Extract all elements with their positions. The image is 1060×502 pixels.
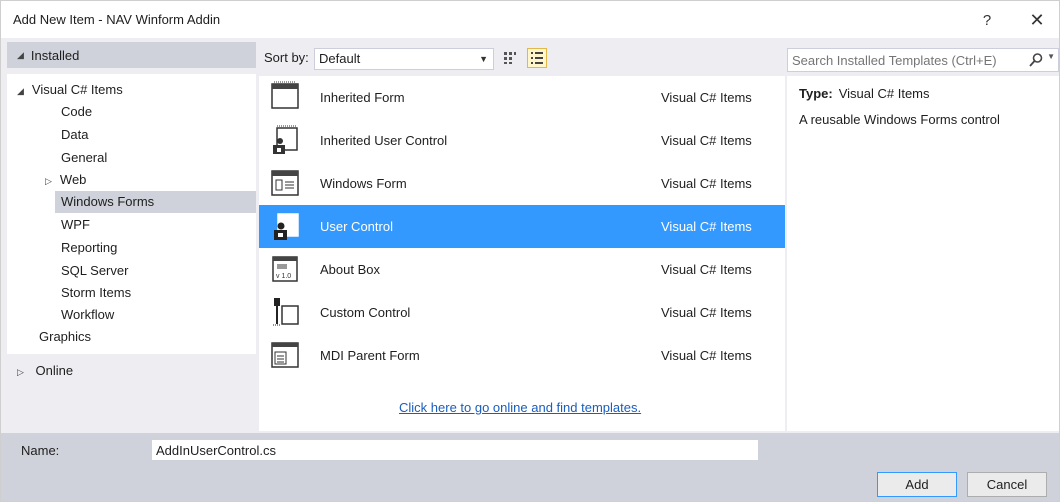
template-description: A reusable Windows Forms control: [799, 112, 1000, 127]
tree-item-sql-server[interactable]: SQL Server: [61, 260, 128, 282]
template-type: Type: Visual C# Items: [799, 86, 930, 101]
cancel-button[interactable]: Cancel: [967, 472, 1047, 497]
template-category: Visual C# Items: [661, 176, 752, 191]
tree-item-label: Storm Items: [61, 285, 132, 300]
tree-item-label: Reporting: [61, 240, 118, 255]
tree-item-label: Data: [61, 127, 89, 142]
tree-item-storm-items[interactable]: Storm Items: [61, 282, 131, 304]
tree-item-label: WPF: [61, 217, 90, 232]
dialog-body: ◢ Installed ◢ Visual C# Items Code Data G…: [0, 38, 1060, 433]
tree-item-label: Graphics: [39, 329, 92, 344]
tree-item-visual-csharp-items[interactable]: ◢ Visual C# Items: [17, 79, 123, 101]
tree-item-data[interactable]: Data: [61, 124, 88, 146]
template-category: Visual C# Items: [661, 348, 752, 363]
template-name: Inherited User Control: [320, 133, 448, 148]
list-view-button[interactable]: [527, 48, 547, 68]
grid-view-icon: [504, 52, 516, 64]
tree-item-graphics[interactable]: Graphics: [39, 326, 91, 348]
tree-item-workflow[interactable]: Workflow: [61, 304, 114, 326]
windows-form-icon: [271, 170, 299, 196]
template-row-inherited-form[interactable]: Inherited Form Visual C# Items: [259, 76, 785, 119]
type-label: Type:: [799, 86, 833, 101]
sort-by-value: Default: [319, 51, 361, 66]
template-row-windows-form[interactable]: Windows Form Visual C# Items: [259, 162, 785, 205]
window-title: Add New Item - NAV Winform Addin: [13, 12, 221, 27]
template-list: Inherited Form Visual C# Items Inherited…: [259, 76, 785, 431]
inherited-user-control-icon: [273, 125, 298, 154]
online-header[interactable]: ▷ Online: [7, 358, 256, 384]
tree-item-label: Windows Forms: [61, 194, 155, 209]
tree-item-windows-forms[interactable]: Windows Forms: [55, 191, 256, 213]
template-name: User Control: [320, 219, 393, 234]
template-category: Visual C# Items: [661, 133, 752, 148]
mdi-parent-form-icon: [271, 342, 299, 368]
template-name: About Box: [320, 262, 380, 277]
online-label: Online: [35, 363, 74, 378]
chevron-down-icon: ▼: [479, 54, 488, 64]
user-control-icon: [274, 213, 299, 240]
tree-item-label: Workflow: [61, 307, 115, 322]
name-label: Name:: [21, 443, 60, 458]
expanded-triangle-icon: ◢: [17, 86, 24, 96]
sort-by-dropdown[interactable]: Default ▼: [314, 48, 494, 70]
template-name: Inherited Form: [320, 90, 405, 105]
search-icon[interactable]: [1028, 52, 1044, 68]
bottom-bar: Name: Add Cancel: [0, 433, 1060, 502]
template-category-tree: ◢ Visual C# Items Code Data General ▷ Web …: [7, 74, 256, 354]
tree-item-label: SQL Server: [61, 263, 129, 278]
installed-label: Installed: [30, 47, 80, 63]
template-name: Custom Control: [320, 305, 411, 320]
sort-toolbar: Sort by: Default ▼: [259, 42, 785, 74]
tree-item-label: General: [61, 150, 108, 165]
installed-header[interactable]: ◢ Installed: [7, 42, 256, 68]
template-name: MDI Parent Form: [320, 348, 420, 363]
close-button[interactable]: ✕: [1023, 8, 1051, 32]
template-row-inherited-user-control[interactable]: Inherited User Control Visual C# Items: [259, 119, 785, 162]
svg-text:v 1.0: v 1.0: [276, 273, 291, 280]
template-category: Visual C# Items: [661, 90, 752, 105]
type-value: Visual C# Items: [838, 86, 930, 101]
tree-item-label: Web: [59, 172, 87, 187]
name-field[interactable]: [152, 440, 758, 460]
small-icons-view-button[interactable]: [500, 48, 520, 68]
template-row-about-box[interactable]: v 1.0 About Box Visual C# Items: [259, 248, 785, 291]
tree-item-general[interactable]: General: [61, 147, 107, 169]
help-button[interactable]: ?: [973, 8, 1001, 32]
search-templates-box[interactable]: ▼: [787, 48, 1059, 72]
template-category: Visual C# Items: [661, 262, 752, 277]
collapsed-triangle-icon: ▷: [17, 367, 24, 377]
template-name: Windows Form: [320, 176, 407, 191]
template-details-panel: Type: Visual C# Items A reusable Windows …: [787, 76, 1059, 431]
sort-by-label: Sort by:: [264, 50, 309, 65]
expanded-triangle-icon: ◢: [17, 49, 24, 60]
collapsed-triangle-icon: ▷: [45, 176, 52, 186]
custom-control-icon: [273, 298, 299, 326]
tree-item-reporting[interactable]: Reporting: [61, 237, 117, 259]
about-box-icon: v 1.0: [272, 256, 298, 282]
tree-item-label: Code: [61, 104, 93, 119]
search-input[interactable]: [788, 49, 1018, 71]
tree-item-code[interactable]: Code: [61, 101, 92, 123]
inherited-form-icon: [271, 81, 299, 109]
template-row-mdi-parent-form[interactable]: MDI Parent Form Visual C# Items: [259, 334, 785, 377]
tree-item-wpf[interactable]: WPF: [61, 214, 90, 236]
template-row-custom-control[interactable]: Custom Control Visual C# Items: [259, 291, 785, 334]
chevron-down-icon[interactable]: ▼: [1047, 52, 1055, 61]
template-category: Visual C# Items: [661, 219, 752, 234]
template-category: Visual C# Items: [661, 305, 752, 320]
add-button[interactable]: Add: [877, 472, 957, 497]
list-view-icon: [531, 52, 543, 64]
tree-item-label: Visual C# Items: [31, 82, 123, 97]
title-bar: Add New Item - NAV Winform Addin ? ✕: [0, 0, 1060, 38]
template-row-user-control[interactable]: User Control Visual C# Items: [259, 205, 785, 248]
find-templates-online-link[interactable]: Click here to go online and find templat…: [399, 400, 641, 415]
tree-item-web[interactable]: ▷ Web: [45, 169, 86, 191]
